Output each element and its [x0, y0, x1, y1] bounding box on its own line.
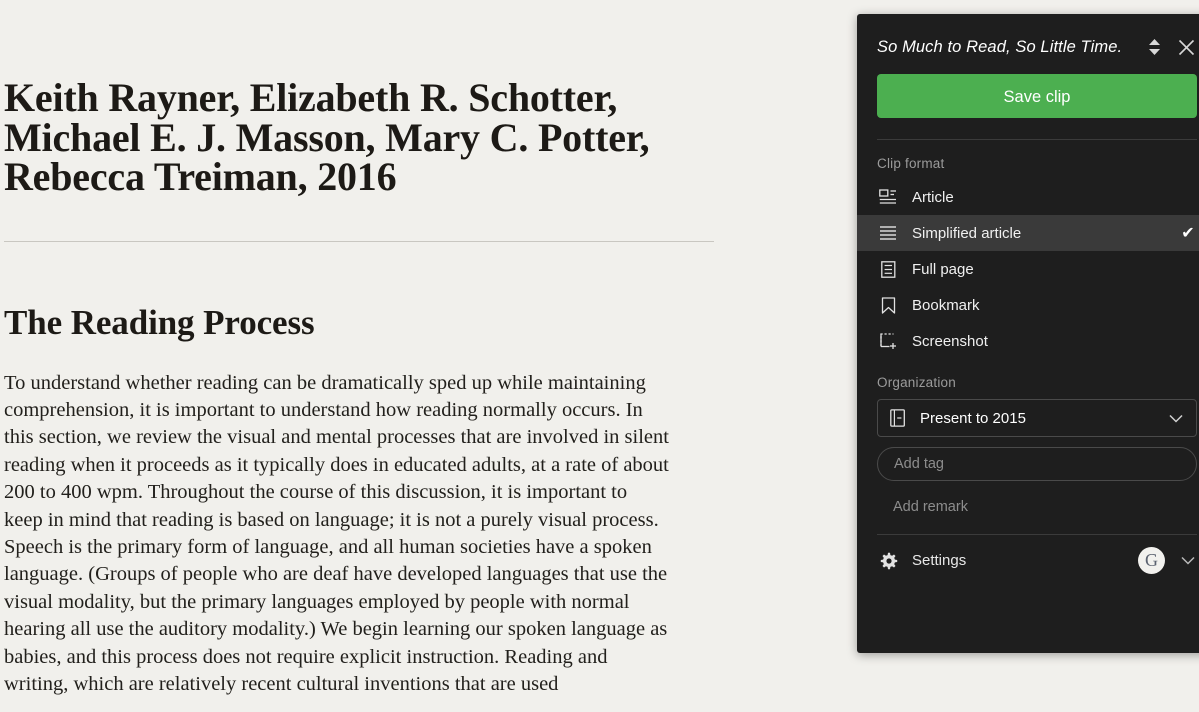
clipper-footer: Settings G — [857, 535, 1199, 574]
clip-format-label-article: Article — [912, 188, 954, 206]
add-tag-input[interactable] — [877, 447, 1197, 481]
article-icon — [877, 186, 899, 208]
notebook-select[interactable]: Present to 2015 — [877, 399, 1197, 437]
clip-format-label-simplified-article: Simplified article — [912, 224, 1022, 242]
clip-format-label-full-page: Full page — [912, 260, 974, 278]
gear-icon[interactable] — [877, 550, 899, 572]
clip-format-option-bookmark[interactable]: Bookmark — [857, 287, 1199, 323]
clip-format-check-screenshot — [1179, 332, 1197, 350]
close-icon[interactable] — [1175, 36, 1197, 58]
notebook-icon — [888, 408, 908, 428]
clipper-header: So Much to Read, So Little Time. — [857, 14, 1199, 58]
clip-format-option-article[interactable]: Article — [857, 179, 1199, 215]
web-clipper-panel: So Much to Read, So Little Time. Save cl… — [857, 14, 1199, 653]
chevron-down-icon[interactable] — [1166, 408, 1186, 428]
article-byline: Keith Rayner, Elizabeth R. Schotter, Mic… — [4, 75, 650, 199]
clip-title: So Much to Read, So Little Time. — [877, 37, 1123, 56]
article-paragraph: To understand whether reading can be dra… — [4, 371, 669, 695]
clip-format-label-bookmark: Bookmark — [912, 296, 980, 314]
clip-format-option-screenshot[interactable]: Screenshot — [857, 323, 1199, 359]
clip-format-list: Article Simplified article ✔ Full page B… — [857, 179, 1199, 359]
article-content: Keith Rayner, Elizabeth R. Schotter, Mic… — [0, 0, 760, 698]
clip-format-option-full-page[interactable]: Full page — [857, 251, 1199, 287]
article-section-heading: The Reading Process — [4, 302, 315, 342]
checkmark-icon: ✔ — [1181, 225, 1195, 242]
clip-format-label: Clip format — [877, 156, 945, 171]
save-clip-button[interactable]: Save clip — [877, 74, 1197, 118]
bookmark-icon — [877, 294, 899, 316]
clip-format-option-simplified-article[interactable]: Simplified article ✔ — [857, 215, 1199, 251]
add-remark-button[interactable]: Add remark — [857, 481, 1199, 515]
clip-format-check-full-page — [1179, 260, 1197, 278]
clip-format-label-screenshot: Screenshot — [912, 332, 988, 350]
notebook-value: Present to 2015 — [920, 409, 1026, 427]
account-chevron-down-icon[interactable] — [1179, 552, 1197, 570]
organization-label: Organization — [877, 375, 956, 390]
avatar[interactable]: G — [1138, 547, 1165, 574]
resize-handle-icon[interactable] — [1143, 36, 1165, 58]
article-reader-pane: Keith Rayner, Elizabeth R. Schotter, Mic… — [0, 0, 760, 712]
full-page-icon — [877, 258, 899, 280]
clip-format-check-bookmark — [1179, 296, 1197, 314]
settings-button[interactable]: Settings — [912, 552, 1138, 569]
clip-format-check-article — [1179, 188, 1197, 206]
screenshot-icon — [877, 330, 899, 352]
simplified-article-icon — [877, 222, 899, 244]
